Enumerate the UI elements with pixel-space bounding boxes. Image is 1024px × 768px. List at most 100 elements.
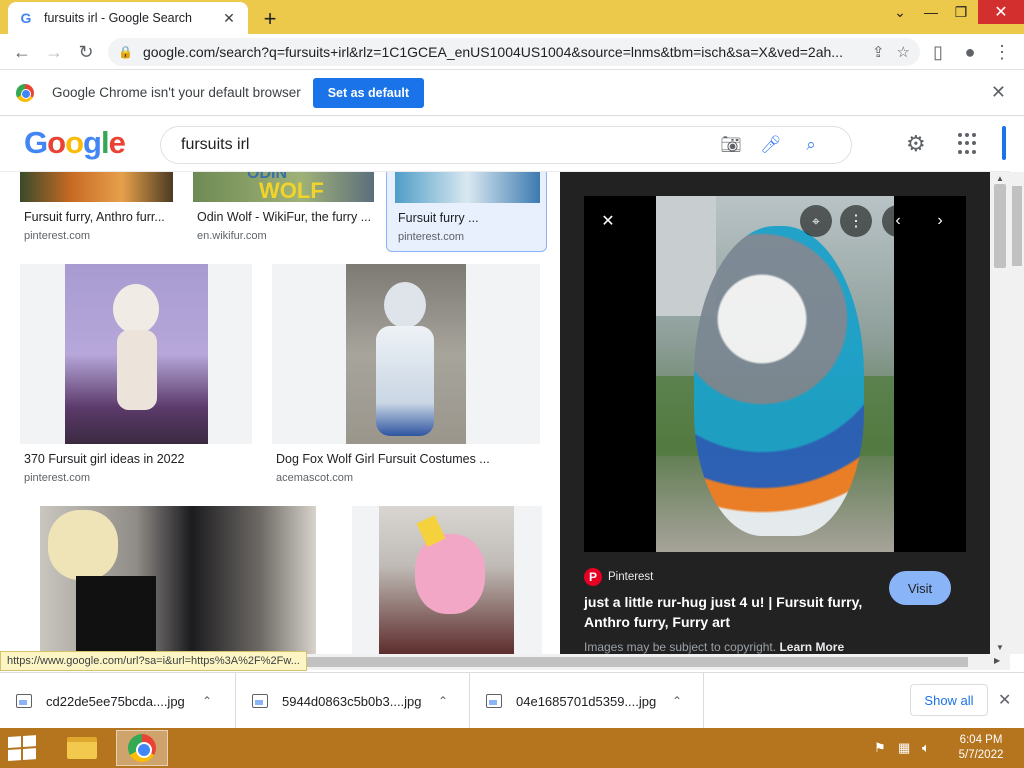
search-input[interactable]: fursuits irl	[181, 136, 711, 154]
result-card[interactable]: 370 Fursuit girl ideas in 2022 pinterest…	[20, 264, 252, 488]
image-results-grid: Fursuit furry, Anthro furr... pinterest.…	[0, 172, 560, 654]
forward-arrow-icon[interactable]: →	[42, 40, 66, 64]
download-item[interactable]: 04e1685701d5359....jpg ⌃	[470, 673, 704, 729]
chevron-up-icon[interactable]: ⌃	[672, 694, 682, 708]
windows-start-icon[interactable]	[8, 735, 38, 762]
download-filename[interactable]: cd22de5ee75bcda....jpg	[46, 694, 186, 709]
menu-kebab-icon[interactable]: ⋮	[990, 40, 1014, 64]
lens-search-icon[interactable]: ⌖	[800, 205, 832, 237]
page-vertical-scrollbar[interactable]	[1010, 172, 1024, 654]
search-box[interactable]: fursuits irl 📷︎ 🎤︎ ⌕	[160, 126, 852, 164]
preview-image-frame[interactable]: ✕ ⌖ ⋮ ‹ ›	[584, 196, 966, 552]
download-item[interactable]: 5944d0863c5b0b3....jpg ⌃	[236, 673, 470, 729]
result-source: en.wikifur.com	[197, 230, 267, 242]
close-preview-icon[interactable]: ✕	[592, 205, 624, 237]
google-apps-icon[interactable]	[958, 133, 980, 155]
scroll-down-arrow-icon[interactable]: ▼	[990, 643, 1010, 652]
address-bar[interactable]: 🔒 google.com/search?q=fursuits+irl&rlz=1…	[108, 38, 920, 66]
reload-icon[interactable]: ↻	[74, 40, 98, 64]
more-options-icon[interactable]: ⋮	[840, 205, 872, 237]
next-image-icon[interactable]: ›	[924, 205, 956, 237]
title-bar: G fursuits irl - Google Search ✕ + ⌄ — ❐…	[0, 0, 1024, 34]
scroll-up-arrow-icon[interactable]: ▲	[990, 174, 1010, 183]
result-thumbnail[interactable]	[40, 506, 316, 654]
system-clock[interactable]: 6:04 PM 5/7/2022	[956, 733, 1006, 763]
image-file-icon	[486, 694, 502, 708]
new-tab-button[interactable]: +	[259, 6, 281, 32]
network-icon[interactable]: ▦	[898, 740, 910, 756]
chrome-taskbar-icon[interactable]	[116, 730, 168, 766]
lock-icon[interactable]: 🔒	[118, 45, 133, 59]
copyright-text: Images may be subject to copyright.	[584, 640, 777, 654]
result-card[interactable]	[40, 506, 316, 654]
search-icon[interactable]: ⌕	[791, 135, 831, 155]
preview-source[interactable]: P Pinterest	[584, 568, 653, 586]
action-center-flag-icon[interactable]: ⚑	[874, 740, 886, 756]
set-as-default-button[interactable]: Set as default	[312, 77, 424, 108]
preview-source-name[interactable]: Pinterest	[608, 571, 653, 583]
result-thumbnail-frame[interactable]	[352, 506, 542, 654]
google-favicon-icon: G	[20, 10, 32, 26]
scrollbar-thumb[interactable]	[994, 184, 1006, 268]
volume-muted-icon[interactable]: 🔈︎	[922, 740, 930, 756]
side-panel-icon[interactable]: ▯	[926, 40, 950, 64]
window-close-button[interactable]: ✕	[978, 0, 1024, 24]
result-card[interactable]: ODIN WOLF Odin Wolf - WikiFur, the furry…	[190, 172, 376, 248]
tab-close-icon[interactable]: ✕	[220, 10, 238, 27]
result-title[interactable]: Fursuit furry ...	[398, 211, 538, 225]
result-thumbnail[interactable]: ODIN WOLF	[193, 172, 374, 202]
show-all-button[interactable]: Show all	[910, 684, 988, 716]
result-card[interactable]: Dog Fox Wolf Girl Fursuit Costumes ... a…	[272, 264, 540, 488]
chevron-up-icon[interactable]: ⌃	[202, 694, 212, 708]
bookmark-star-icon[interactable]: ☆	[897, 43, 910, 61]
maximize-button[interactable]: ❐	[946, 0, 976, 24]
download-item[interactable]: cd22de5ee75bcda....jpg ⌃	[0, 673, 236, 729]
status-url-bubble: https://www.google.com/url?sa=i&url=http…	[0, 651, 307, 671]
profile-avatar-icon[interactable]: ●	[958, 40, 982, 64]
result-title[interactable]: Odin Wolf - WikiFur, the furry ...	[197, 210, 373, 224]
download-filename[interactable]: 5944d0863c5b0b3....jpg	[282, 694, 422, 709]
previous-image-icon[interactable]: ‹	[882, 205, 914, 237]
result-thumbnail[interactable]	[20, 172, 173, 202]
result-title[interactable]: Dog Fox Wolf Girl Fursuit Costumes ...	[276, 452, 538, 466]
browser-tab[interactable]: G fursuits irl - Google Search ✕	[8, 2, 248, 34]
result-card[interactable]: Fursuit furry, Anthro furr... pinterest.…	[18, 172, 178, 248]
file-explorer-icon[interactable]	[56, 730, 108, 766]
shelf-close-icon[interactable]: ✕	[998, 690, 1011, 710]
result-thumbnail-frame[interactable]	[20, 264, 252, 444]
tab-search-chevron-icon[interactable]: ⌄	[886, 0, 914, 24]
google-logo[interactable]: Google	[24, 125, 126, 161]
horizontal-scrollbar-thumb[interactable]	[300, 657, 968, 667]
share-icon[interactable]: ⇪	[872, 43, 885, 61]
chevron-up-icon[interactable]: ⌃	[438, 694, 448, 708]
result-title[interactable]: Fursuit furry, Anthro furr...	[24, 210, 174, 224]
camera-search-icon[interactable]: 📷︎	[711, 135, 751, 155]
visit-button[interactable]: Visit	[889, 571, 951, 605]
results-vertical-scrollbar[interactable]: ▲ ▼	[990, 172, 1010, 654]
back-arrow-icon[interactable]: ←	[10, 40, 34, 64]
tab-title: fursuits irl - Google Search	[44, 11, 192, 25]
result-card-selected[interactable]: Fursuit furry ... pinterest.com	[386, 172, 547, 252]
scroll-right-arrow-icon[interactable]: ▶	[994, 656, 1000, 665]
result-thumbnail[interactable]	[395, 172, 540, 203]
preview-title[interactable]: just a little rur-hug just 4 u! | Fursui…	[584, 592, 874, 632]
address-url[interactable]: google.com/search?q=fursuits+irl&rlz=1C1…	[143, 44, 860, 60]
result-thumbnail[interactable]	[346, 264, 466, 444]
browser-toolbar: ← → ↻ 🔒 google.com/search?q=fursuits+irl…	[0, 34, 1024, 70]
result-thumbnail[interactable]	[65, 264, 208, 444]
clock-time: 6:04 PM	[959, 734, 1003, 746]
thumb-text-wolf: WOLF	[259, 178, 324, 202]
result-thumbnail[interactable]	[379, 506, 514, 654]
microphone-icon[interactable]: 🎤︎	[751, 135, 791, 155]
page-scrollbar-thumb[interactable]	[1012, 186, 1022, 266]
learn-more-link[interactable]: Learn More	[779, 640, 844, 654]
infobar-close-icon[interactable]: ✕	[991, 82, 1006, 103]
result-thumbnail-frame[interactable]	[272, 264, 540, 444]
download-shelf: cd22de5ee75bcda....jpg ⌃ 5944d0863c5b0b3…	[0, 672, 1024, 729]
result-source: acemascot.com	[276, 472, 354, 484]
result-title[interactable]: 370 Fursuit girl ideas in 2022	[24, 452, 250, 466]
settings-gear-icon[interactable]: ⚙	[906, 131, 926, 157]
minimize-button[interactable]: —	[916, 0, 946, 24]
result-card[interactable]	[352, 506, 542, 654]
download-filename[interactable]: 04e1685701d5359....jpg	[516, 694, 656, 709]
